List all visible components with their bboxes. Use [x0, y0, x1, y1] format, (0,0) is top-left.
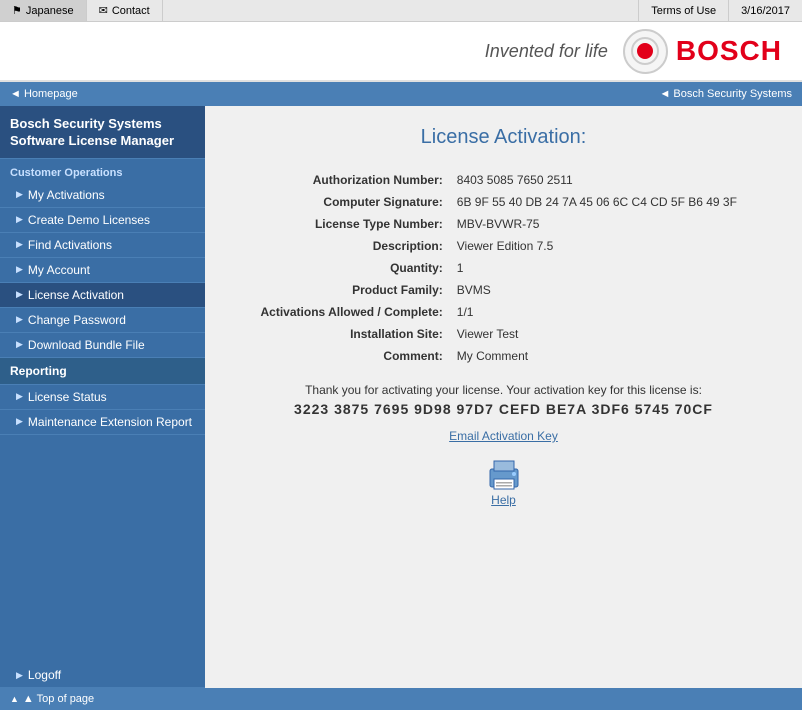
- customer-ops-label: Customer Operations: [0, 159, 205, 183]
- field-label: Computer Signature:: [235, 191, 451, 213]
- breadcrumb-bar: ◄ Homepage ◄ Bosch Security Systems: [0, 82, 802, 106]
- sidebar-item-label: My Activations: [28, 188, 105, 202]
- japanese-button[interactable]: ⚑ Japanese: [0, 0, 87, 21]
- table-row: License Type Number: MBV-BVWR-75: [235, 213, 772, 235]
- table-row: Computer Signature: 6B 9F 55 40 DB 24 7A…: [235, 191, 772, 213]
- field-label: Product Family:: [235, 279, 451, 301]
- arrow-icon: ▶: [16, 214, 23, 225]
- sidebar-brand: Bosch Security Systems Software License …: [0, 106, 205, 159]
- field-value: Viewer Edition 7.5: [451, 235, 772, 257]
- sidebar-item-label: Create Demo Licenses: [28, 213, 150, 227]
- table-row: Description: Viewer Edition 7.5: [235, 235, 772, 257]
- field-value: 1/1: [451, 301, 772, 323]
- sidebar-item-change-password[interactable]: ▶ Change Password: [0, 308, 205, 333]
- bosch-ring-icon: [630, 36, 660, 66]
- table-row: Activations Allowed / Complete: 1/1: [235, 301, 772, 323]
- table-row: Quantity: 1: [235, 257, 772, 279]
- arrow-icon: ▶: [16, 670, 23, 681]
- reporting-section-label: Reporting: [0, 358, 205, 385]
- field-label: Installation Site:: [235, 323, 451, 345]
- sidebar-item-label: Download Bundle File: [28, 338, 145, 352]
- table-row: Installation Site: Viewer Test: [235, 323, 772, 345]
- sidebar-item-label: Find Activations: [28, 238, 112, 252]
- section-breadcrumb[interactable]: ◄ Bosch Security Systems: [659, 88, 792, 100]
- sidebar-item-find-activations[interactable]: ▶ Find Activations: [0, 233, 205, 258]
- print-button[interactable]: [484, 457, 524, 493]
- sidebar-item-label: My Account: [28, 263, 90, 277]
- field-label: Activations Allowed / Complete:: [235, 301, 451, 323]
- sidebar-item-logoff[interactable]: ▶ Logoff: [0, 663, 205, 688]
- field-label: Description:: [235, 235, 451, 257]
- flag-icon: ⚑: [12, 4, 22, 17]
- page-title: License Activation:: [235, 126, 772, 149]
- activation-message: Thank you for activating your license. Y…: [305, 383, 702, 397]
- brand-title-line1: Bosch Security Systems: [10, 116, 195, 133]
- field-label: License Type Number:: [235, 213, 451, 235]
- tagline: Invented for life: [485, 41, 608, 62]
- sidebar-item-label: License Status: [28, 390, 107, 404]
- sidebar-item-label: Change Password: [28, 313, 126, 327]
- contact-button[interactable]: ✉ Contact: [87, 0, 163, 21]
- sidebar-item-license-activation[interactable]: ▶ License Activation: [0, 283, 205, 308]
- sidebar: Bosch Security Systems Software License …: [0, 106, 205, 688]
- license-info-table: Authorization Number: 8403 5085 7650 251…: [235, 169, 772, 367]
- field-value: BVMS: [451, 279, 772, 301]
- help-section: Help: [235, 457, 772, 507]
- sidebar-item-my-activations[interactable]: ▶ My Activations: [0, 183, 205, 208]
- top-bar: ⚑ Japanese ✉ Contact Terms of Use 3/16/2…: [0, 0, 802, 22]
- table-row: Product Family: BVMS: [235, 279, 772, 301]
- arrow-icon: ▶: [16, 391, 23, 402]
- sidebar-item-create-demo[interactable]: ▶ Create Demo Licenses: [0, 208, 205, 233]
- field-value: MBV-BVWR-75: [451, 213, 772, 235]
- field-label: Quantity:: [235, 257, 451, 279]
- main-layout: Bosch Security Systems Software License …: [0, 106, 802, 688]
- activation-key-section: Thank you for activating your license. Y…: [235, 383, 772, 417]
- email-activation-link[interactable]: Email Activation Key: [235, 429, 772, 443]
- field-label: Comment:: [235, 345, 451, 367]
- arrow-icon: ▶: [16, 289, 23, 300]
- sidebar-item-label: Logoff: [28, 668, 61, 682]
- date-display: 3/16/2017: [728, 0, 802, 21]
- field-label: Authorization Number:: [235, 169, 451, 191]
- brand-name: BOSCH: [676, 35, 782, 67]
- arrow-icon: ▶: [16, 189, 23, 200]
- field-value: Viewer Test: [451, 323, 772, 345]
- sidebar-item-download-bundle[interactable]: ▶ Download Bundle File: [0, 333, 205, 358]
- field-value: 8403 5085 7650 2511: [451, 169, 772, 191]
- field-value: 1: [451, 257, 772, 279]
- arrow-icon: ▶: [16, 339, 23, 350]
- triangle-up-icon: ▲: [10, 694, 19, 704]
- logo-bar: Invented for life BOSCH: [0, 22, 802, 82]
- arrow-icon: ▶: [16, 314, 23, 325]
- sidebar-item-label: License Activation: [28, 288, 124, 302]
- top-of-page-label: ▲ Top of page: [23, 693, 94, 705]
- table-row: Authorization Number: 8403 5085 7650 251…: [235, 169, 772, 191]
- sidebar-item-maintenance-report[interactable]: ▶ Maintenance Extension Report: [0, 410, 205, 435]
- sidebar-item-label: Maintenance Extension Report: [28, 415, 192, 429]
- brand-title-line2: Software License Manager: [10, 133, 195, 150]
- arrow-icon: ▶: [16, 239, 23, 250]
- terms-of-use-link[interactable]: Terms of Use: [638, 0, 728, 21]
- content-area: License Activation: Authorization Number…: [205, 106, 802, 688]
- printer-icon: [484, 457, 524, 493]
- bottom-bar: ▲ ▲ Top of page: [0, 688, 802, 710]
- field-value: My Comment: [451, 345, 772, 367]
- field-value: 6B 9F 55 40 DB 24 7A 45 06 6C C4 CD 5F B…: [451, 191, 772, 213]
- homepage-breadcrumb[interactable]: ◄ Homepage: [10, 88, 78, 100]
- activation-key-value: 3223 3875 7695 9D98 97D7 CEFD BE7A 3DF6 …: [235, 401, 772, 417]
- top-of-page-button[interactable]: ▲ ▲ Top of page: [10, 693, 94, 705]
- sidebar-item-my-account[interactable]: ▶ My Account: [0, 258, 205, 283]
- help-label[interactable]: Help: [235, 493, 772, 507]
- arrow-icon: ▶: [16, 416, 23, 427]
- table-row: Comment: My Comment: [235, 345, 772, 367]
- bosch-logo-icon: [623, 29, 668, 74]
- contact-icon: ✉: [99, 4, 108, 17]
- arrow-icon: ▶: [16, 264, 23, 275]
- sidebar-item-license-status[interactable]: ▶ License Status: [0, 385, 205, 410]
- contact-label: Contact: [112, 5, 150, 17]
- japanese-label: Japanese: [26, 5, 74, 17]
